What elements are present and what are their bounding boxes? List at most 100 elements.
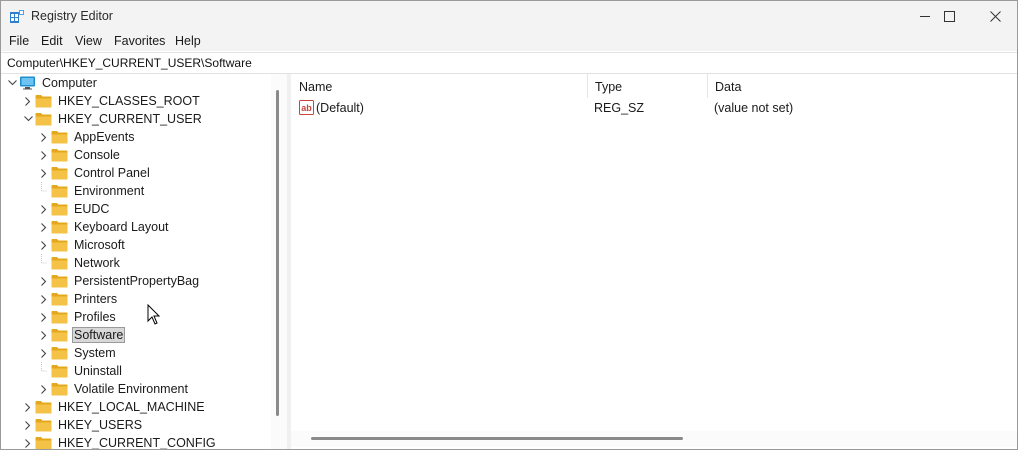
tree-item-hkey-current-config[interactable]: HKEY_CURRENT_CONFIG <box>21 434 218 449</box>
folder-icon <box>35 112 52 126</box>
tree-item-label: HKEY_USERS <box>58 418 143 432</box>
folder-icon <box>35 400 52 414</box>
tree-item-label: Computer <box>42 76 97 90</box>
chevron-right-icon[interactable] <box>37 128 51 146</box>
folder-icon <box>51 130 68 144</box>
tree-item-label: Uninstall <box>74 364 122 378</box>
tree-connector <box>37 362 51 380</box>
close-icon <box>989 11 1001 22</box>
chevron-right-icon[interactable] <box>37 164 51 182</box>
column-header-name[interactable]: Name <box>291 74 587 98</box>
mouse-cursor-icon <box>147 304 161 325</box>
tree-item-hkey-current-user[interactable]: HKEY_CURRENT_USER <box>21 110 204 128</box>
chevron-right-icon[interactable] <box>37 146 51 164</box>
folder-icon <box>51 148 68 162</box>
chevron-right-icon[interactable] <box>21 416 35 434</box>
menu-file[interactable]: File <box>9 34 29 48</box>
folder-icon <box>51 220 68 234</box>
registry-editor-app-icon <box>10 10 24 23</box>
chevron-right-icon[interactable] <box>37 218 51 236</box>
folder-icon <box>51 346 68 360</box>
chevron-right-icon[interactable] <box>37 200 51 218</box>
tree-item-label: HKEY_CLASSES_ROOT <box>58 94 200 108</box>
chevron-right-icon[interactable] <box>37 380 51 398</box>
tree-item-persistentpropertybag[interactable]: PersistentPropertyBag <box>37 272 201 290</box>
values-scroll-thumb[interactable] <box>311 437 683 440</box>
chevron-down-icon[interactable] <box>5 74 19 92</box>
folder-icon <box>51 310 68 324</box>
folder-icon <box>51 202 68 216</box>
tree-item-hkey-local-machine[interactable]: HKEY_LOCAL_MACHINE <box>21 398 207 416</box>
menu-edit[interactable]: Edit <box>41 34 63 48</box>
tree-item-printers[interactable]: Printers <box>37 290 119 308</box>
tree-item-uninstall[interactable]: Uninstall <box>37 362 124 380</box>
tree-item-label: Environment <box>74 184 145 198</box>
string-value-icon: ab <box>299 100 314 115</box>
chevron-down-icon[interactable] <box>21 110 35 128</box>
maximize-button[interactable] <box>926 1 972 32</box>
menu-help[interactable]: Help <box>175 34 201 48</box>
tree-item-label: System <box>74 346 116 360</box>
tree-item-label: HKEY_CURRENT_CONFIG <box>58 436 216 449</box>
folder-icon <box>35 418 52 432</box>
values-horizontal-scrollbar[interactable] <box>291 431 1017 447</box>
maximize-icon <box>943 11 955 22</box>
title-bar: Registry Editor <box>1 1 1017 32</box>
tree-item-label: AppEvents <box>74 130 135 144</box>
chevron-right-icon[interactable] <box>37 290 51 308</box>
folder-icon <box>51 166 68 180</box>
tree-item-environment[interactable]: Environment <box>37 182 146 200</box>
folder-icon <box>51 328 68 342</box>
tree-item-system[interactable]: System <box>37 344 118 362</box>
folder-icon <box>51 274 68 288</box>
folder-icon <box>35 94 52 108</box>
tree-scroll-thumb[interactable] <box>276 90 279 416</box>
values-list-pane[interactable]: Name Type Data ab (Default) REG_SZ (valu… <box>291 74 1017 449</box>
tree-connector <box>37 254 51 272</box>
registry-editor-window: Registry Editor File Edit View Favorites… <box>0 0 1018 450</box>
value-type: REG_SZ <box>594 101 645 115</box>
folder-icon <box>51 238 68 252</box>
tree-item-label: Software <box>72 327 126 343</box>
folder-icon <box>51 364 68 378</box>
chevron-right-icon[interactable] <box>21 434 35 449</box>
menu-favorites[interactable]: Favorites <box>114 34 165 48</box>
tree-item-computer[interactable]: Computer <box>5 74 99 92</box>
tree-item-label: Control Panel <box>74 166 150 180</box>
tree-item-console[interactable]: Console <box>37 146 122 164</box>
tree-item-control-panel[interactable]: Control Panel <box>37 164 152 182</box>
tree-item-hkey-users[interactable]: HKEY_USERS <box>21 416 144 434</box>
value-name: (Default) <box>316 101 364 115</box>
tree-item-eudc[interactable]: EUDC <box>37 200 111 218</box>
chevron-right-icon[interactable] <box>37 236 51 254</box>
chevron-right-icon[interactable] <box>37 272 51 290</box>
chevron-right-icon[interactable] <box>21 398 35 416</box>
address-bar[interactable]: Computer\HKEY_CURRENT_USER\Software <box>1 52 1017 74</box>
folder-icon <box>51 382 68 396</box>
tree-item-keyboard-layout[interactable]: Keyboard Layout <box>37 218 171 236</box>
key-tree-pane[interactable]: Computer HKEY_CLASSES_ROOT HKEY_CURRENT_US… <box>3 74 271 449</box>
tree-item-label: HKEY_CURRENT_USER <box>58 112 202 126</box>
tree-item-appevents[interactable]: AppEvents <box>37 128 136 146</box>
column-header-data[interactable]: Data <box>707 74 1013 98</box>
tree-item-volatile-environment[interactable]: Volatile Environment <box>37 380 190 398</box>
close-button[interactable] <box>972 1 1017 32</box>
chevron-right-icon[interactable] <box>37 308 51 326</box>
value-row[interactable]: ab (Default) REG_SZ (value not set) <box>291 98 1011 118</box>
tree-item-software[interactable]: Software <box>37 326 126 344</box>
chevron-right-icon[interactable] <box>37 344 51 362</box>
column-header-type[interactable]: Type <box>587 74 707 98</box>
tree-item-network[interactable]: Network <box>37 254 122 272</box>
menu-view[interactable]: View <box>75 34 102 48</box>
menu-bar: File Edit View Favorites Help <box>1 32 1017 51</box>
tree-item-profiles[interactable]: Profiles <box>37 308 118 326</box>
tree-item-label: Network <box>74 256 120 270</box>
chevron-right-icon[interactable] <box>21 92 35 110</box>
chevron-right-icon[interactable] <box>37 326 51 344</box>
svg-text:ab: ab <box>301 103 312 113</box>
tree-vertical-scrollbar[interactable] <box>271 74 287 449</box>
tree-item-hkey-classes-root[interactable]: HKEY_CLASSES_ROOT <box>21 92 202 110</box>
tree-item-label: Printers <box>74 292 118 306</box>
tree-item-microsoft[interactable]: Microsoft <box>37 236 127 254</box>
tree-item-label: HKEY_LOCAL_MACHINE <box>58 400 205 414</box>
